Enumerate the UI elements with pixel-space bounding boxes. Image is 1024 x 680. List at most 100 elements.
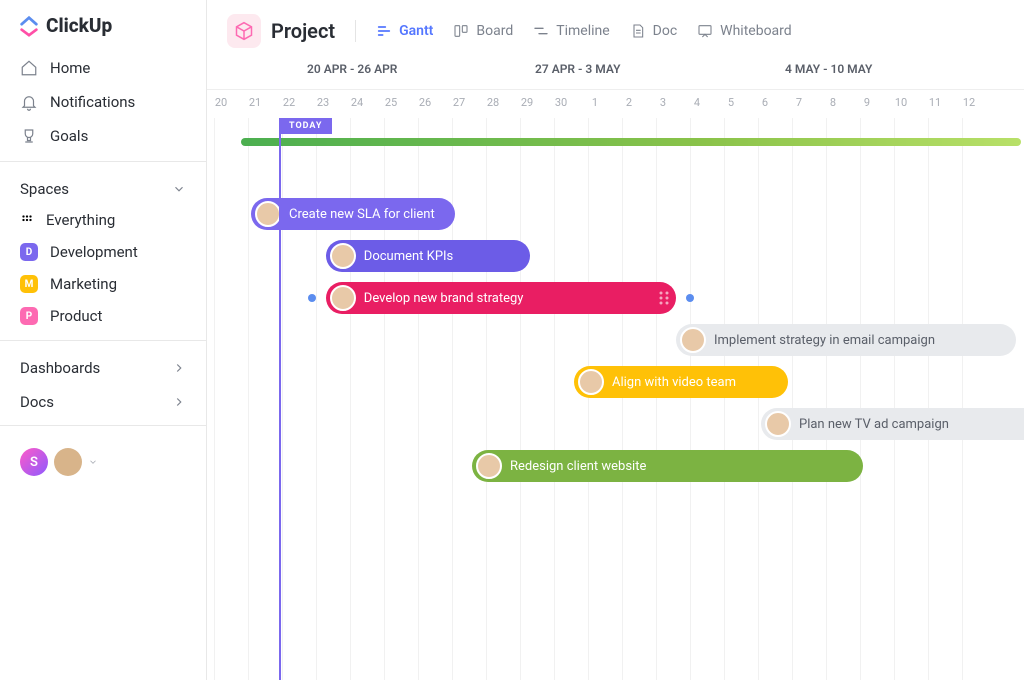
task-bar[interactable]: Develop new brand strategy bbox=[326, 282, 676, 314]
dependency-dot[interactable] bbox=[308, 294, 316, 302]
avatar: S bbox=[20, 448, 48, 476]
dashboards-header[interactable]: Dashboards bbox=[0, 349, 206, 383]
day-label: 25 bbox=[374, 96, 408, 109]
user-switcher[interactable]: S bbox=[0, 434, 206, 476]
gridline bbox=[690, 118, 691, 680]
space-everything[interactable]: Everything bbox=[0, 204, 206, 236]
space-label: Product bbox=[50, 307, 102, 325]
divider bbox=[0, 340, 206, 341]
nav-goals[interactable]: Goals bbox=[0, 119, 206, 153]
task-bar[interactable]: Create new SLA for client bbox=[251, 198, 455, 230]
view-gantt[interactable]: Gantt bbox=[376, 23, 433, 39]
day-label: 28 bbox=[476, 96, 510, 109]
topbar: Project Gantt Board Timeline Doc Whitebo… bbox=[207, 0, 1024, 62]
whiteboard-icon bbox=[697, 23, 713, 39]
task-label: Develop new brand strategy bbox=[364, 291, 524, 306]
drag-handle-icon[interactable] bbox=[658, 290, 670, 306]
task-bar[interactable]: Plan new TV ad campaign bbox=[761, 408, 1024, 440]
day-label: 4 bbox=[680, 96, 714, 109]
divider bbox=[0, 161, 206, 162]
assignee-avatar bbox=[255, 201, 281, 227]
day-label: 1 bbox=[578, 96, 612, 109]
gridline bbox=[554, 118, 555, 680]
gridline bbox=[486, 118, 487, 680]
gridline bbox=[724, 118, 725, 680]
gridline bbox=[758, 118, 759, 680]
spaces-header[interactable]: Spaces bbox=[0, 170, 206, 204]
nav-home-label: Home bbox=[50, 59, 90, 77]
week-header-row: 20 APR - 26 APR 27 APR - 3 MAY 4 MAY - 1… bbox=[207, 62, 1024, 90]
brand-name: ClickUp bbox=[46, 14, 112, 37]
day-label: 29 bbox=[510, 96, 544, 109]
space-badge: M bbox=[20, 275, 38, 293]
task-label: Implement strategy in email campaign bbox=[714, 333, 935, 348]
gridline bbox=[656, 118, 657, 680]
today-marker bbox=[279, 118, 281, 680]
space-label: Marketing bbox=[50, 275, 117, 293]
space-marketing[interactable]: M Marketing bbox=[0, 268, 206, 300]
task-bar[interactable]: Align with video team bbox=[574, 366, 788, 398]
task-bar[interactable]: Implement strategy in email campaign bbox=[676, 324, 1016, 356]
space-product[interactable]: P Product bbox=[0, 300, 206, 332]
gridline bbox=[894, 118, 895, 680]
task-label: Create new SLA for client bbox=[289, 207, 435, 222]
nav-notifications-label: Notifications bbox=[50, 93, 135, 111]
docs-title: Docs bbox=[20, 393, 54, 411]
day-label: 2 bbox=[612, 96, 646, 109]
avatar bbox=[54, 448, 82, 476]
day-label: 27 bbox=[442, 96, 476, 109]
gridline bbox=[792, 118, 793, 680]
gridline bbox=[248, 118, 249, 680]
gantt-chart[interactable]: 20 APR - 26 APR 27 APR - 3 MAY 4 MAY - 1… bbox=[207, 62, 1024, 680]
week-label: 4 MAY - 10 MAY bbox=[785, 62, 872, 76]
view-board[interactable]: Board bbox=[453, 23, 513, 39]
view-timeline[interactable]: Timeline bbox=[533, 23, 609, 39]
gantt-icon bbox=[376, 23, 392, 39]
home-icon bbox=[20, 59, 38, 77]
view-timeline-label: Timeline bbox=[556, 23, 609, 39]
dependency-dot[interactable] bbox=[686, 294, 694, 302]
day-label: 5 bbox=[714, 96, 748, 109]
spaces-title: Spaces bbox=[20, 180, 69, 198]
project-badge[interactable]: Project bbox=[227, 14, 335, 48]
docs-header[interactable]: Docs bbox=[0, 383, 206, 417]
chevron-down-icon bbox=[88, 457, 98, 467]
day-header-row: 2021222324252627282930123456789101112 bbox=[207, 90, 1024, 118]
day-label: 9 bbox=[850, 96, 884, 109]
task-label: Document KPIs bbox=[364, 249, 453, 264]
day-label: 11 bbox=[918, 96, 952, 109]
main-content: Project Gantt Board Timeline Doc Whitebo… bbox=[207, 0, 1024, 680]
today-tag: TODAY bbox=[279, 118, 332, 134]
day-label: 3 bbox=[646, 96, 680, 109]
project-title: Project bbox=[271, 19, 335, 43]
space-label: Development bbox=[50, 243, 138, 261]
week-label: 27 APR - 3 MAY bbox=[535, 62, 621, 76]
view-doc[interactable]: Doc bbox=[630, 23, 678, 39]
day-label: 8 bbox=[816, 96, 850, 109]
nav-notifications[interactable]: Notifications bbox=[0, 85, 206, 119]
task-bar[interactable]: Redesign client website bbox=[472, 450, 863, 482]
separator bbox=[355, 20, 356, 42]
gridline bbox=[588, 118, 589, 680]
gridline bbox=[622, 118, 623, 680]
nav-home[interactable]: Home bbox=[0, 51, 206, 85]
view-whiteboard[interactable]: Whiteboard bbox=[697, 23, 792, 39]
day-label: 7 bbox=[782, 96, 816, 109]
space-badge: P bbox=[20, 307, 38, 325]
gridline bbox=[214, 118, 215, 680]
day-label: 23 bbox=[306, 96, 340, 109]
logo[interactable]: ClickUp bbox=[0, 14, 206, 51]
gridline bbox=[962, 118, 963, 680]
summary-bar[interactable] bbox=[241, 138, 1021, 146]
task-label: Plan new TV ad campaign bbox=[799, 417, 949, 432]
gridline bbox=[860, 118, 861, 680]
day-label: 21 bbox=[238, 96, 272, 109]
task-bar[interactable]: Document KPIs bbox=[326, 240, 530, 272]
assignee-avatar bbox=[476, 453, 502, 479]
day-label: 6 bbox=[748, 96, 782, 109]
view-doc-label: Doc bbox=[653, 23, 678, 39]
gridline bbox=[826, 118, 827, 680]
space-development[interactable]: D Development bbox=[0, 236, 206, 268]
view-board-label: Board bbox=[476, 23, 513, 39]
board-icon bbox=[453, 23, 469, 39]
